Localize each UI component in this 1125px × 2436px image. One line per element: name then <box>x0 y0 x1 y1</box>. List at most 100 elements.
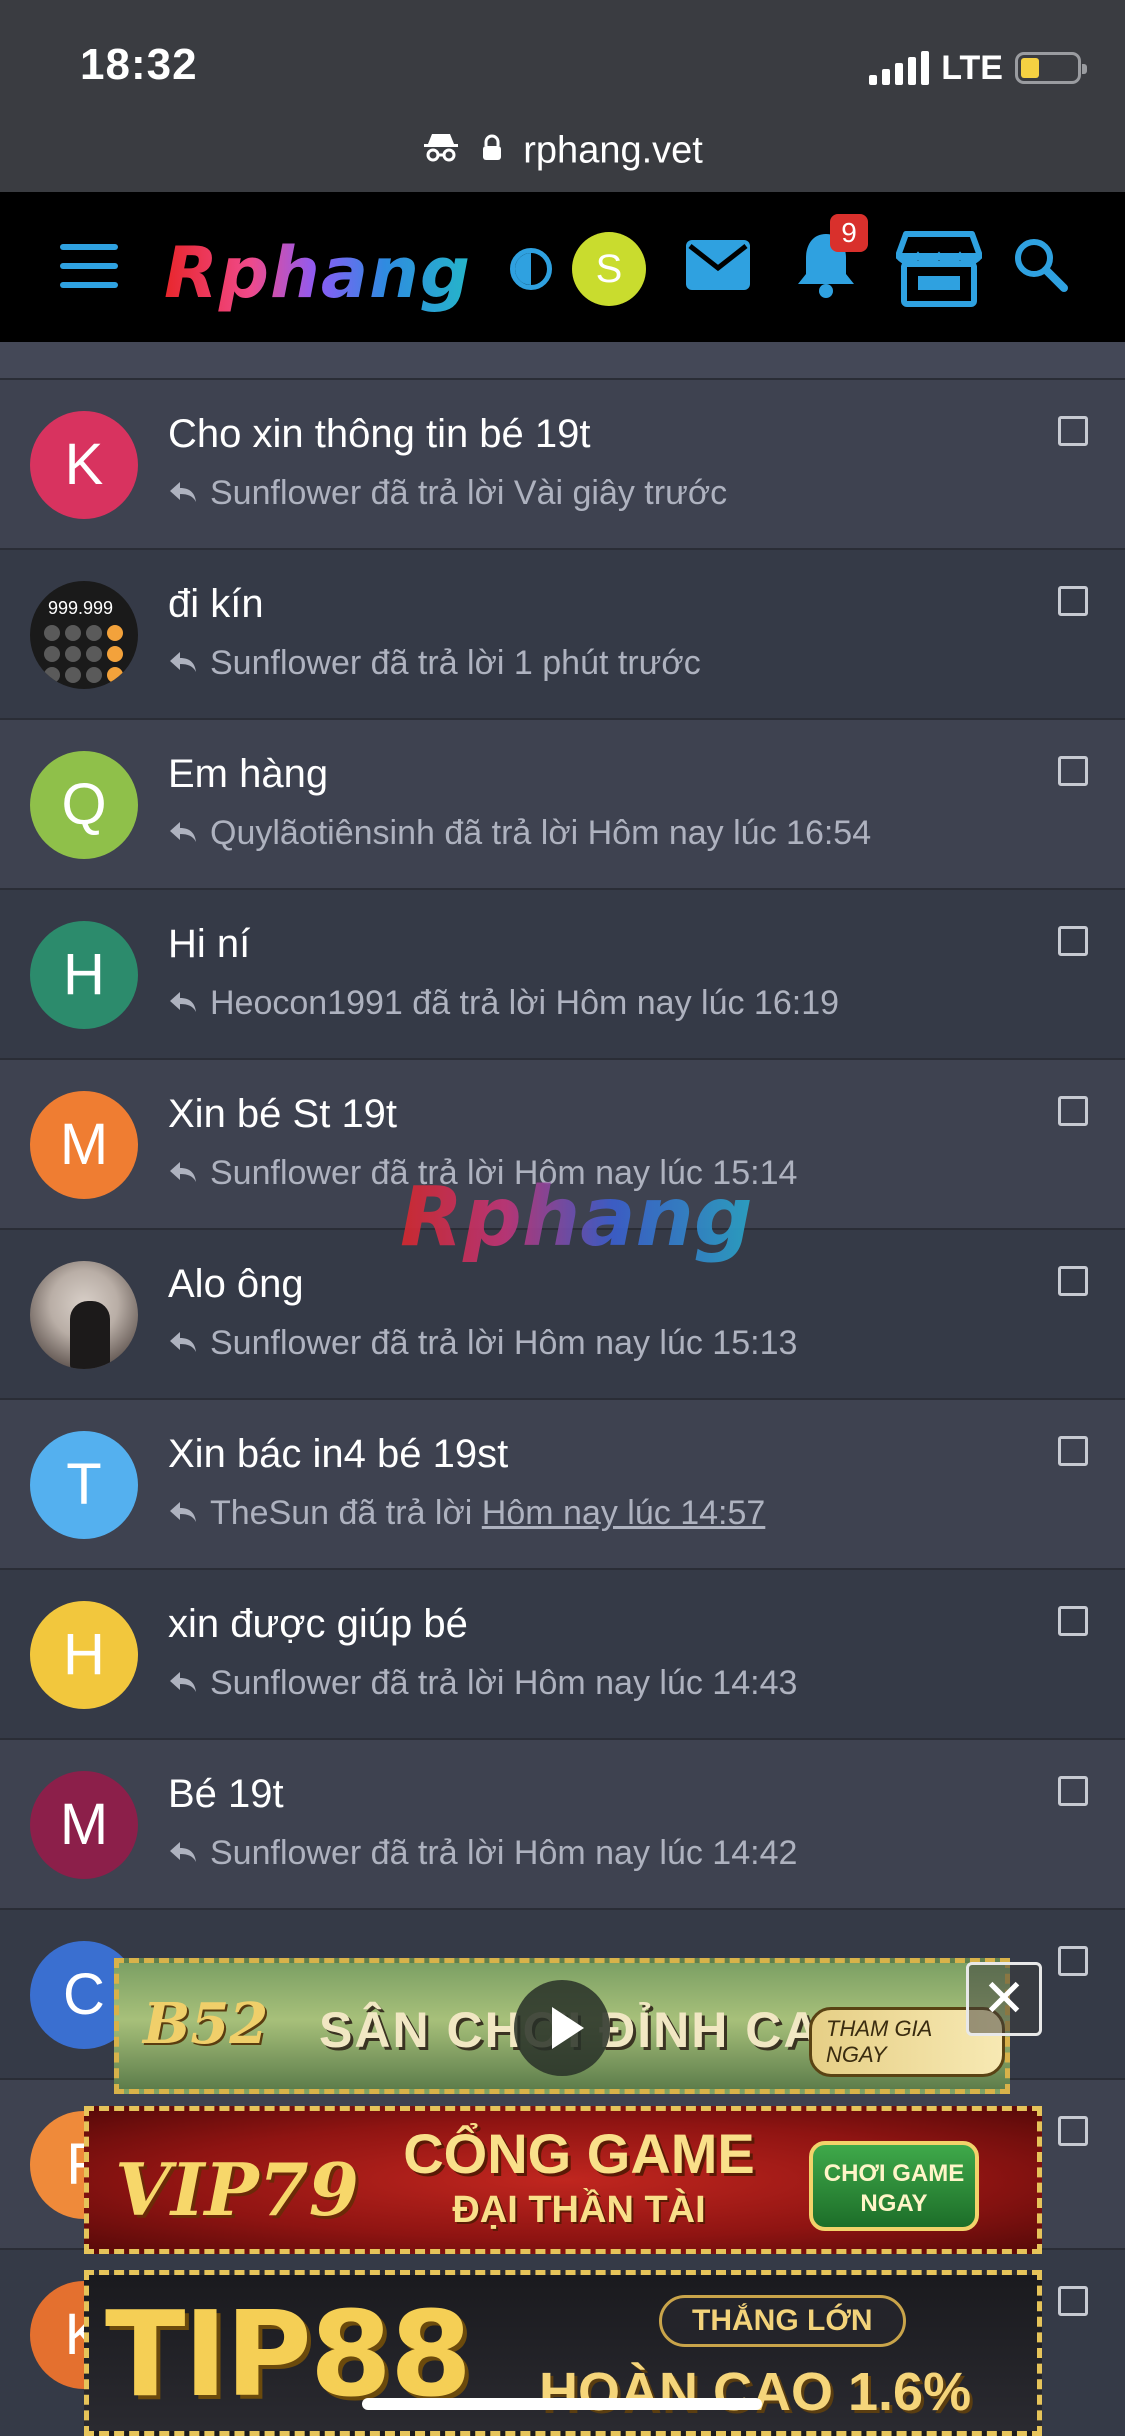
close-icon[interactable]: ✕ <box>966 1962 1042 2036</box>
list-item[interactable]: H Hi ní Heocon1991 đã trả lời Hôm nay lú… <box>0 888 1125 1058</box>
reply-time[interactable]: Hôm nay lúc 15:13 <box>514 1324 798 1363</box>
reply-icon <box>168 1664 198 1703</box>
reply-user[interactable]: Sunflower <box>210 1834 361 1873</box>
reply-icon <box>168 1154 198 1193</box>
conversation-title[interactable]: Xin bé St 19t <box>168 1092 397 1137</box>
store-icon[interactable] <box>895 230 983 313</box>
select-checkbox[interactable] <box>1058 1436 1088 1466</box>
select-checkbox[interactable] <box>1058 586 1088 616</box>
ad-badge: THẮNG LỚN <box>659 2295 906 2347</box>
user-avatar[interactable]: S <box>572 232 646 306</box>
ad-banner-tip88[interactable]: TIP88 THẮNG LỚN HOÀN CAO 1.6% <box>84 2270 1042 2436</box>
reply-user[interactable]: Quylãotiênsinh <box>210 814 435 853</box>
browser-chrome: 18:32 LTE rphang.vet <box>0 0 1125 192</box>
play-icon[interactable] <box>514 1980 610 2076</box>
avatar[interactable]: 999.999 <box>30 581 138 689</box>
ad-text: HOÀN CAO 1.6% <box>539 2362 972 2422</box>
conversation-title[interactable]: Cho xin thông tin bé 19t <box>168 412 591 457</box>
mail-icon[interactable] <box>686 240 750 295</box>
reply-time[interactable]: Hôm nay lúc 14:42 <box>514 1834 798 1873</box>
reply-icon <box>168 1834 198 1873</box>
conversation-meta: Quylãotiênsinh đã trả lời Hôm nay lúc 16… <box>168 814 871 853</box>
reply-action: đã trả lời <box>370 1834 505 1872</box>
conversation-title[interactable]: Xin bác in4 bé 19st <box>168 1432 508 1477</box>
home-indicator[interactable] <box>362 2398 762 2410</box>
screen: 18:32 LTE rphang.vet Rphang S 9 K Cho xi… <box>0 0 1125 2436</box>
conversation-meta: TheSun đã trả lời Hôm nay lúc 14:57 <box>168 1494 765 1533</box>
ad-subtitle: ĐẠI THẦN TÀI <box>452 2189 706 2231</box>
incognito-icon <box>422 129 460 172</box>
reply-icon <box>168 644 198 683</box>
avatar[interactable]: M <box>30 1771 138 1879</box>
reply-user[interactable]: Sunflower <box>210 644 361 683</box>
ad-banner-vip79[interactable]: VIP79 CỔNG GAME ĐẠI THẦN TÀI CHƠI GAME N… <box>84 2106 1042 2254</box>
reply-icon <box>168 1324 198 1363</box>
menu-icon[interactable] <box>60 244 118 288</box>
avatar[interactable]: M <box>30 1091 138 1199</box>
avatar[interactable]: H <box>30 921 138 1029</box>
list-item[interactable]: M Bé 19t Sunflower đã trả lời Hôm nay lú… <box>0 1738 1125 1908</box>
select-checkbox[interactable] <box>1058 416 1088 446</box>
reply-user[interactable]: Sunflower <box>210 1664 361 1703</box>
select-checkbox[interactable] <box>1058 1266 1088 1296</box>
reply-user[interactable]: Sunflower <box>210 474 361 513</box>
reply-user[interactable]: TheSun <box>210 1494 329 1533</box>
reply-action: đã trả lời <box>370 1324 505 1362</box>
reply-user[interactable]: Sunflower <box>210 1324 361 1363</box>
conversation-meta: Heocon1991 đã trả lời Hôm nay lúc 16:19 <box>168 984 839 1023</box>
reply-time[interactable]: Hôm nay lúc 14:57 <box>482 1494 766 1533</box>
reply-icon <box>168 814 198 853</box>
ad-cta-button[interactable]: CHƠI GAME NGAY <box>809 2141 979 2231</box>
site-logo[interactable]: Rphang <box>164 232 471 314</box>
reply-action: đã trả lời <box>370 1664 505 1702</box>
list-item[interactable]: K Cho xin thông tin bé 19t Sunflower đã … <box>0 378 1125 548</box>
list-item[interactable]: Q Em hàng Quylãotiênsinh đã trả lời Hôm … <box>0 718 1125 888</box>
select-checkbox[interactable] <box>1058 1096 1088 1126</box>
status-indicators: LTE <box>869 48 1087 88</box>
conversation-title[interactable]: Em hàng <box>168 752 328 797</box>
list-item[interactable]: T Xin bác in4 bé 19st TheSun đã trả lời … <box>0 1398 1125 1568</box>
url-bar[interactable]: rphang.vet <box>0 128 1125 172</box>
avatar[interactable] <box>30 1261 138 1369</box>
search-icon[interactable] <box>1012 236 1068 297</box>
reply-action: đã trả lời <box>412 984 547 1022</box>
reply-time[interactable]: Vài giây trước <box>514 474 727 513</box>
select-checkbox[interactable] <box>1058 2116 1088 2146</box>
conversation-meta: Sunflower đã trả lời Hôm nay lúc 14:42 <box>168 1834 797 1873</box>
select-checkbox[interactable] <box>1058 1776 1088 1806</box>
conversation-title[interactable]: đi kín <box>168 582 264 627</box>
ad-logo: B52 <box>143 1991 269 2057</box>
conversation-title[interactable]: xin được giúp bé <box>168 1602 468 1647</box>
conversation-meta: Sunflower đã trả lời Vài giây trước <box>168 474 727 513</box>
conversation-title[interactable]: Hi ní <box>168 922 250 967</box>
reply-action: đã trả lời <box>370 644 505 682</box>
reply-time[interactable]: Hôm nay lúc 16:54 <box>588 814 872 853</box>
select-checkbox[interactable] <box>1058 1606 1088 1636</box>
reply-action: đã trả lời <box>338 1494 473 1532</box>
select-checkbox[interactable] <box>1058 926 1088 956</box>
avatar[interactable]: K <box>30 411 138 519</box>
reply-user[interactable]: Sunflower <box>210 1154 361 1193</box>
select-checkbox[interactable] <box>1058 2286 1088 2316</box>
select-checkbox[interactable] <box>1058 756 1088 786</box>
conversation-meta: Sunflower đã trả lời 1 phút trước <box>168 644 701 683</box>
reply-time[interactable]: Hôm nay lúc 14:43 <box>514 1664 798 1703</box>
conversation-title[interactable]: Alo ông <box>168 1262 304 1307</box>
avatar[interactable]: T <box>30 1431 138 1539</box>
list-item[interactable]: H xin được giúp bé Sunflower đã trả lời … <box>0 1568 1125 1738</box>
list-item[interactable]: 999.999 đi kín Sunflower đã trả lời 1 ph… <box>0 548 1125 718</box>
url-text: rphang.vet <box>523 129 703 172</box>
avatar[interactable]: H <box>30 1601 138 1709</box>
select-checkbox[interactable] <box>1058 1946 1088 1976</box>
reply-icon <box>168 474 198 513</box>
person-icon <box>70 1301 110 1369</box>
reply-user[interactable]: Heocon1991 <box>210 984 403 1023</box>
contrast-icon[interactable] <box>510 248 552 290</box>
conversation-title[interactable]: Bé 19t <box>168 1772 284 1817</box>
reply-time[interactable]: Hôm nay lúc 16:19 <box>556 984 840 1023</box>
reply-time[interactable]: 1 phút trước <box>514 644 701 683</box>
network-label: LTE <box>941 48 1003 87</box>
notification-badge: 9 <box>830 214 868 252</box>
signal-icon <box>869 51 930 85</box>
avatar[interactable]: Q <box>30 751 138 859</box>
